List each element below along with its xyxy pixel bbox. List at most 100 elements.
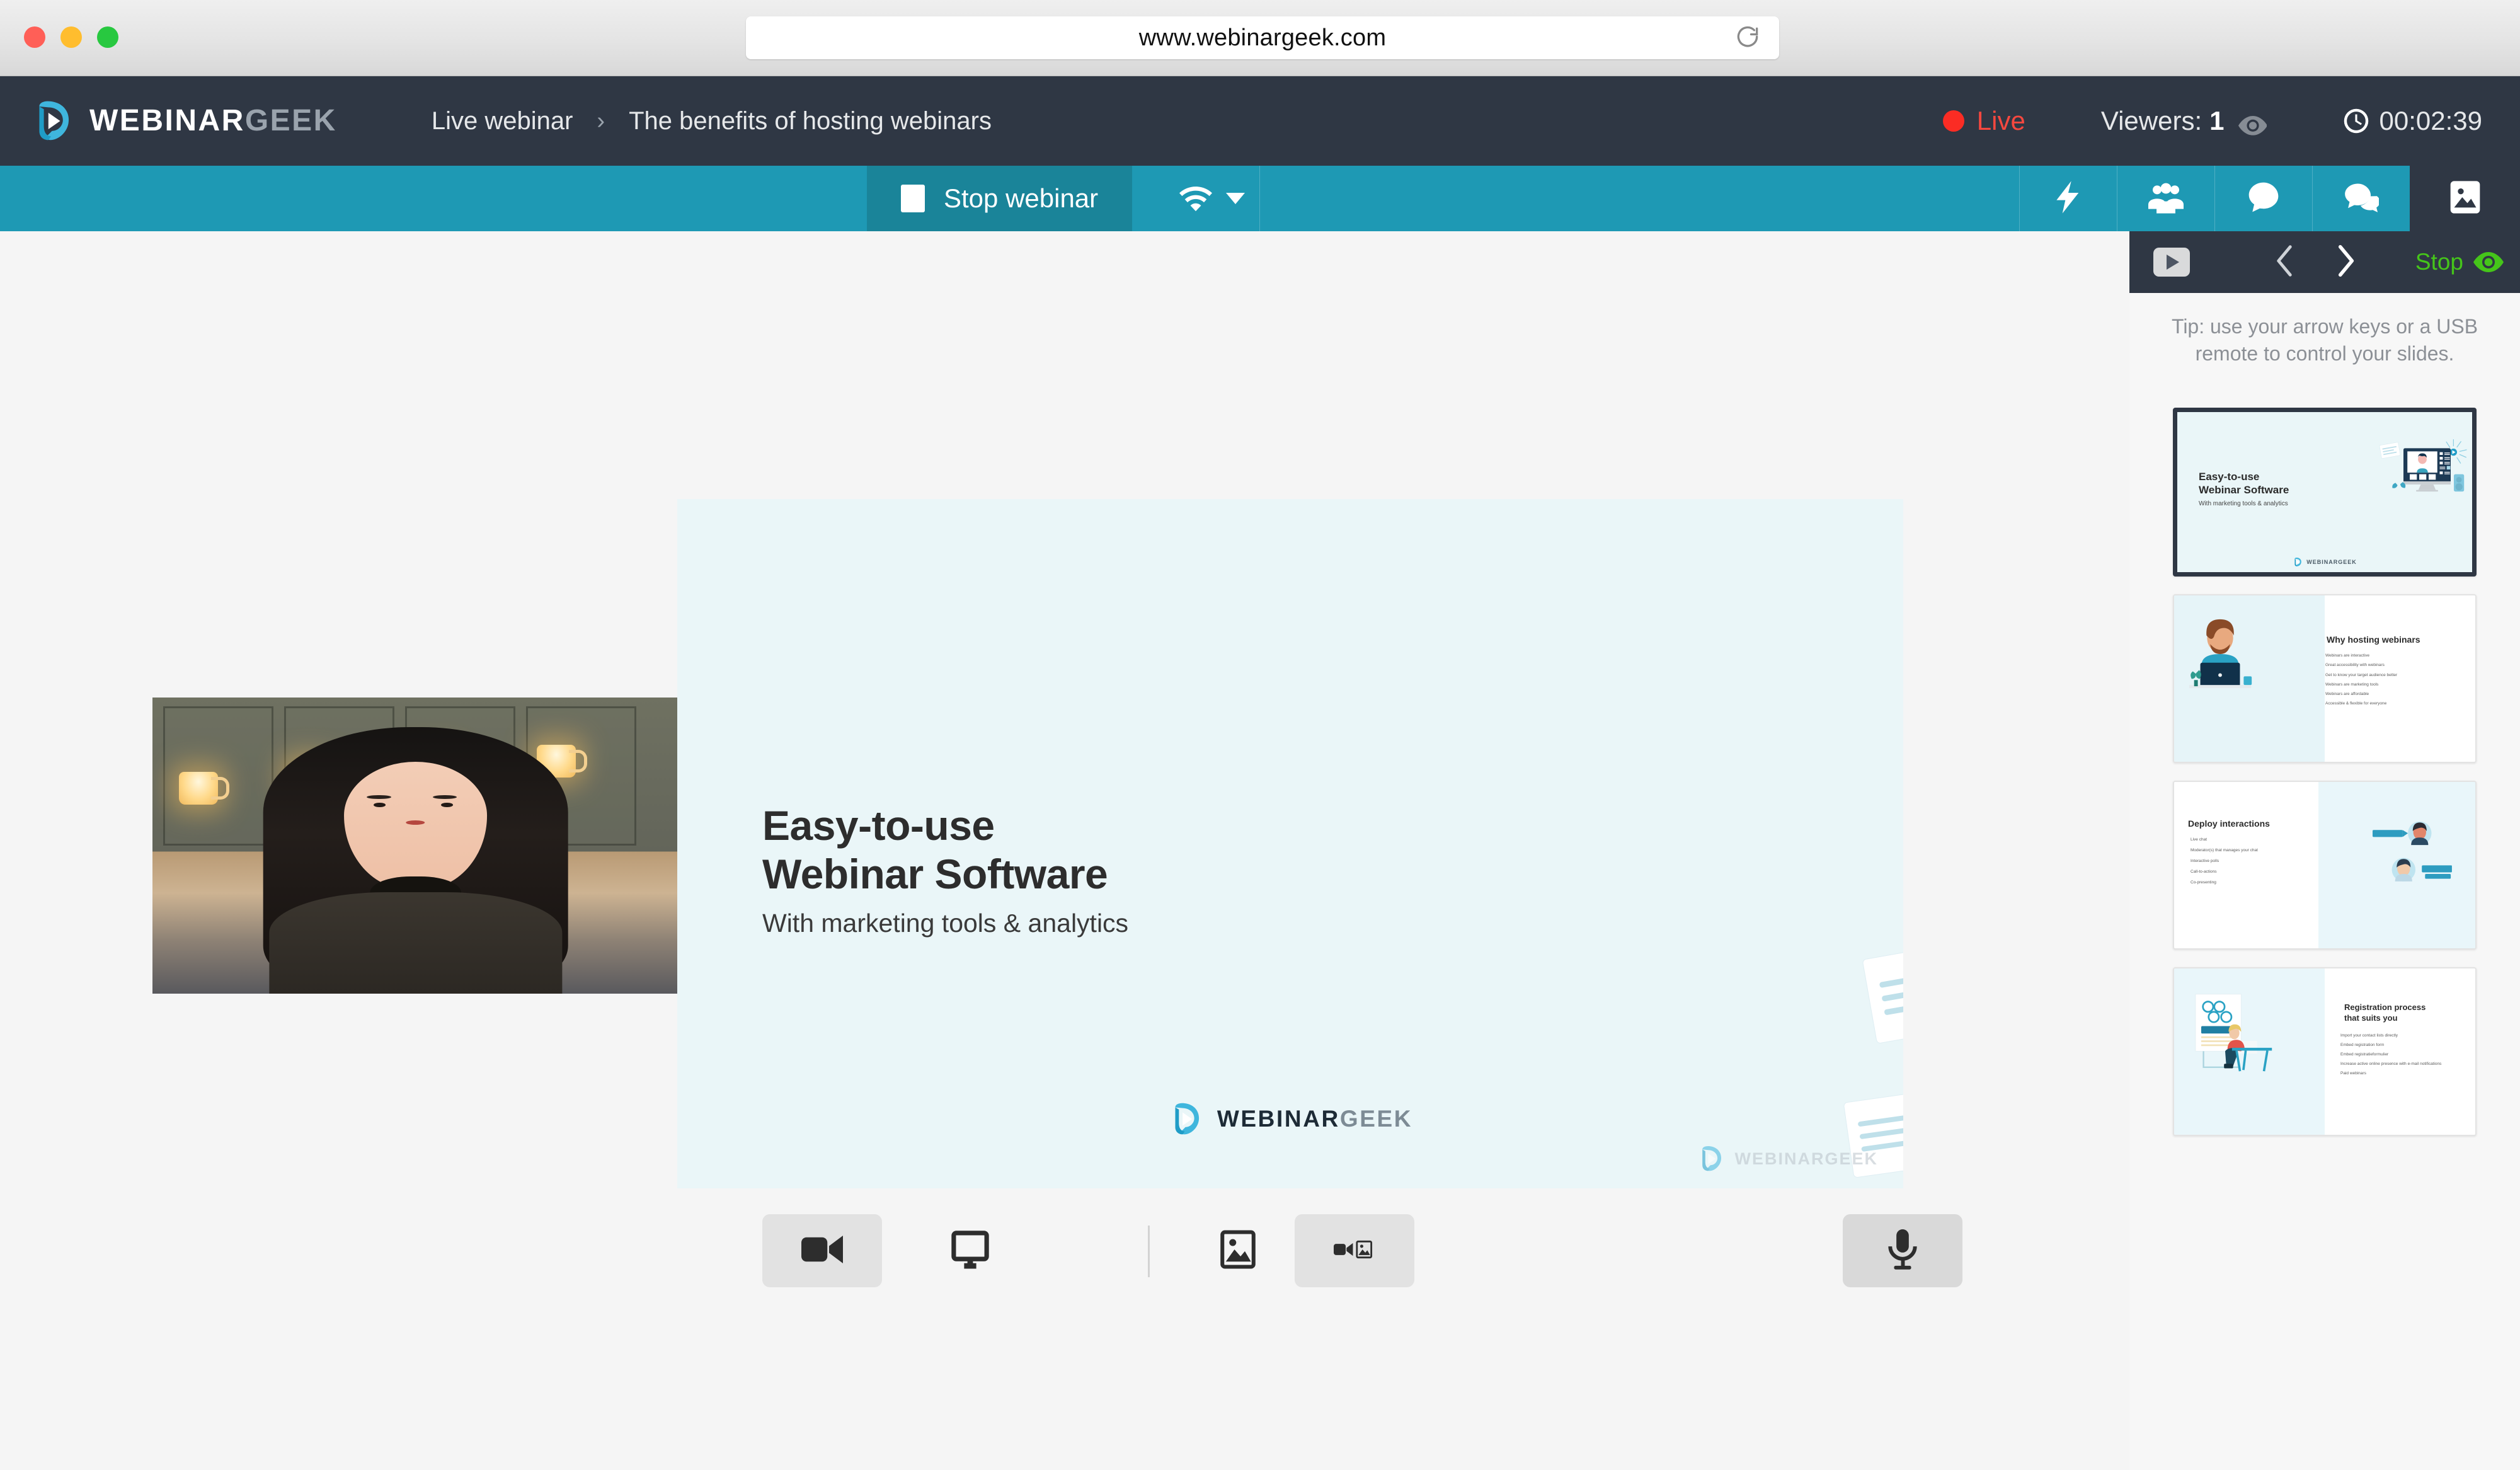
viewers-counter: Viewers: 1 bbox=[2101, 106, 2267, 136]
thumb-title: Deploy interactions bbox=[2188, 818, 2270, 829]
breadcrumb: Live webinar › The benefits of hosting w… bbox=[432, 107, 992, 135]
slide-watermark: WEBINARGEEK bbox=[1697, 1144, 1878, 1173]
webinar-timer: 00:02:39 bbox=[2343, 106, 2483, 136]
address-bar[interactable]: www.webinargeek.com bbox=[746, 16, 1779, 59]
thumb-bullet: Paid webinars bbox=[2340, 1071, 2366, 1076]
webcam-wall-lamp bbox=[178, 771, 229, 805]
interactions-button[interactable] bbox=[2019, 166, 2117, 231]
slide-footer-logo: WEBINARGEEK bbox=[1168, 1101, 1412, 1137]
participants-button[interactable] bbox=[2117, 166, 2214, 231]
thumb-footer-logo: WEBINARGEEK bbox=[2293, 557, 2357, 567]
thumb-bullet: Interactive polls bbox=[2191, 858, 2219, 863]
video-button[interactable] bbox=[2153, 248, 2190, 277]
thumb-footer-logo-text: WEBINARGEEK bbox=[2306, 559, 2357, 565]
thumb-bullet: Live chat bbox=[2191, 837, 2208, 842]
presenter-eye bbox=[374, 802, 386, 808]
slide-logo-secondary: GEEK bbox=[1339, 1106, 1413, 1132]
thumb-bullet: Co-presenting bbox=[2191, 880, 2216, 885]
slide-thumbnail-4[interactable]: Registration process that suits you Impo… bbox=[2173, 967, 2477, 1136]
close-window-button[interactable] bbox=[24, 26, 45, 48]
slides-sidebar: Stop Tip: use your arrow keys or a USB r… bbox=[2129, 231, 2520, 1470]
thumb-title-line-1: Registration process bbox=[2344, 1002, 2426, 1012]
live-label: Live bbox=[1976, 106, 2025, 135]
thumb-illustration bbox=[2189, 619, 2252, 689]
slide-thumbnail-3[interactable]: Deploy interactions Live chat Moderator(… bbox=[2173, 781, 2477, 950]
camera-and-presentation-button[interactable] bbox=[1295, 1214, 1414, 1287]
chevron-right-icon: › bbox=[597, 107, 605, 134]
thumb-title: Why hosting webinars bbox=[2327, 635, 2420, 645]
breadcrumb-current: The benefits of hosting webinars bbox=[629, 106, 992, 135]
image-icon bbox=[1217, 1229, 1259, 1273]
browser-chrome: www.webinargeek.com bbox=[0, 0, 2520, 76]
viewers-count: 1 bbox=[2209, 106, 2225, 135]
webinargeek-mark-icon bbox=[1697, 1144, 1726, 1173]
camera-source-button[interactable] bbox=[762, 1214, 882, 1287]
connection-quality-button[interactable] bbox=[1165, 166, 1260, 231]
thumb-bullet: Webinars are interactive bbox=[2325, 653, 2369, 658]
eye-icon bbox=[2473, 252, 2504, 272]
timer-text: 00:02:39 bbox=[2379, 106, 2483, 135]
thumb-bullet: Import your contact lists directly bbox=[2340, 1033, 2398, 1038]
presentation-stage: Easy-to-use Webinar Software With market… bbox=[0, 231, 2129, 1470]
webcam-presenter-figure bbox=[263, 727, 568, 994]
presenter-lips bbox=[406, 820, 425, 825]
breadcrumb-root[interactable]: Live webinar bbox=[432, 107, 573, 135]
lightning-bolt-icon bbox=[2051, 180, 2086, 218]
stop-sharing-button[interactable]: Stop bbox=[2415, 249, 2504, 275]
image-icon bbox=[2448, 180, 2483, 218]
thumb-subtitle: With marketing tools & analytics bbox=[2199, 500, 2288, 507]
thumb-bullet: Embed registratieformulier bbox=[2340, 1052, 2389, 1057]
live-status-badge: Live bbox=[1942, 106, 2025, 136]
webinargeek-wordmark: WEBINARGEEK bbox=[89, 106, 337, 136]
presenter-eye bbox=[441, 802, 453, 808]
webinargeek-logo[interactable]: WEBINARGEEK bbox=[30, 98, 337, 144]
video-camera-icon bbox=[801, 1229, 843, 1273]
chat-button[interactable] bbox=[2214, 166, 2312, 231]
slide-logo-primary: WEBINAR bbox=[1217, 1106, 1340, 1132]
wifi-icon bbox=[1179, 185, 1212, 212]
next-slide-button[interactable] bbox=[2327, 231, 2365, 293]
presentation-only-button[interactable] bbox=[1197, 1214, 1279, 1287]
previous-slide-button[interactable] bbox=[2265, 231, 2303, 293]
slide-thumbnail-1[interactable]: Easy-to-use Webinar Software With market… bbox=[2173, 408, 2477, 577]
presenter-face bbox=[343, 761, 488, 890]
thumb-bullet: Call-to-actions bbox=[2191, 869, 2217, 874]
reload-icon[interactable] bbox=[1734, 24, 1761, 52]
thumb-illustration bbox=[2379, 439, 2467, 492]
slide-watermark-text: WEBINARGEEK bbox=[1734, 1149, 1878, 1168]
presenter-brow bbox=[432, 795, 457, 800]
webinargeek-mark-icon bbox=[30, 98, 76, 144]
chat-bubble-icon bbox=[2246, 180, 2281, 218]
presenter-webcam[interactable] bbox=[152, 698, 679, 994]
youtube-play-icon bbox=[2167, 255, 2179, 270]
slide-illustration bbox=[1836, 877, 1903, 1188]
clock-icon bbox=[2343, 108, 2369, 134]
minimize-window-button[interactable] bbox=[60, 26, 82, 48]
presentation-panel-tab[interactable] bbox=[2410, 166, 2520, 231]
current-slide[interactable]: Easy-to-use Webinar Software With market… bbox=[677, 499, 1903, 1188]
logo-primary-text: WEBINAR bbox=[89, 104, 245, 137]
slide-thumbnail-2[interactable]: Why hosting webinars Webinars are intera… bbox=[2173, 594, 2477, 763]
thumb-bullet: Webinars are affordable bbox=[2325, 692, 2369, 697]
stop-webinar-button[interactable]: Stop webinar bbox=[867, 166, 1133, 231]
header-status-group: Live Viewers: 1 00:02:39 bbox=[1942, 106, 2483, 136]
microphone-button[interactable] bbox=[1843, 1214, 1962, 1287]
slide-heading-line-1: Easy-to-use bbox=[762, 802, 995, 849]
slide-thumbnail-list: Easy-to-use Webinar Software With market… bbox=[2129, 408, 2520, 1154]
slides-tip-text: Tip: use your arrow keys or a USB remote… bbox=[2171, 315, 2478, 365]
thumb-title: Easy-to-use Webinar Software bbox=[2199, 470, 2289, 497]
slide-subtitle: With marketing tools & analytics bbox=[762, 909, 1129, 938]
logo-secondary-text: GEEK bbox=[244, 104, 337, 137]
thumb-bullet: Accessible & flexible for everyone bbox=[2325, 701, 2387, 706]
stop-webinar-label: Stop webinar bbox=[944, 183, 1099, 213]
screen-share-button[interactable] bbox=[910, 1214, 1030, 1287]
thumb-illustration bbox=[2195, 994, 2272, 1072]
questions-button[interactable] bbox=[2312, 166, 2410, 231]
slides-sidebar-header: Stop bbox=[2129, 231, 2520, 293]
webinargeek-mark-icon bbox=[1168, 1101, 1205, 1137]
chevron-down-icon bbox=[1226, 193, 1245, 204]
people-group-icon bbox=[2148, 180, 2184, 218]
url-text: www.webinargeek.com bbox=[1138, 24, 1387, 51]
zoom-window-button[interactable] bbox=[97, 26, 118, 48]
monitor-icon bbox=[949, 1229, 991, 1273]
